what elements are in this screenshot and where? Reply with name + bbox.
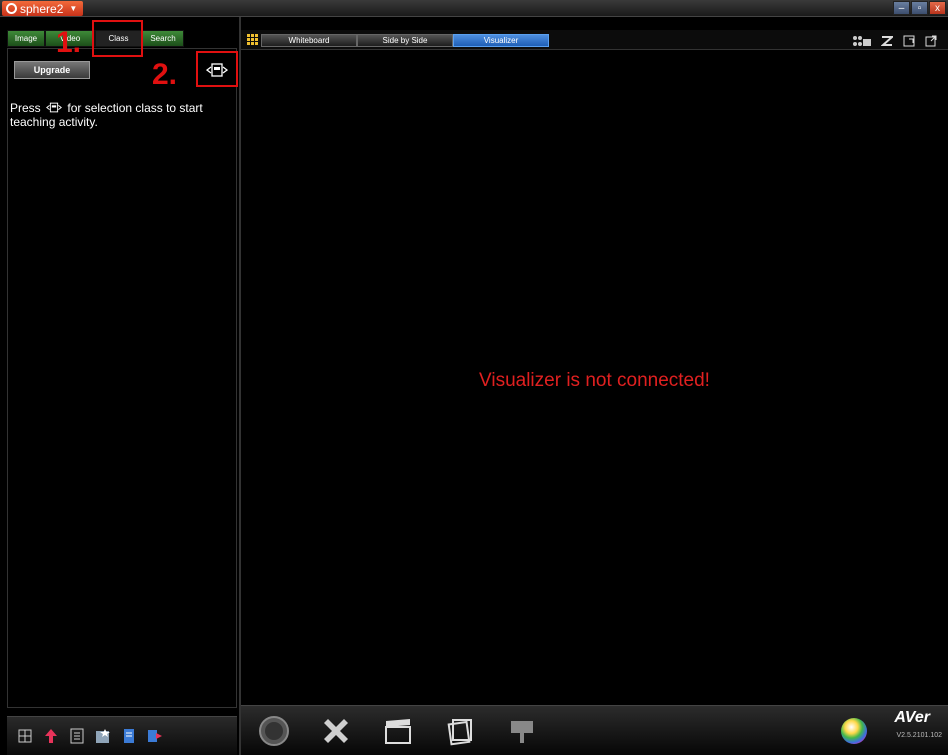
color-picker-button[interactable] (837, 714, 871, 748)
favorites-button[interactable] (95, 728, 111, 744)
fullscreen-button[interactable] (924, 34, 938, 47)
brand-logo: AVer (894, 709, 930, 726)
annotation-step-2: 2. (152, 58, 178, 91)
color-wheel-icon (841, 718, 867, 744)
layout-grid-button[interactable] (17, 728, 33, 744)
book-button[interactable] (121, 728, 137, 744)
annotation-step-1: 1. (56, 26, 82, 59)
chevron-down-icon: ▼ (69, 4, 78, 13)
grid-icon (18, 729, 32, 743)
z-icon (881, 35, 893, 46)
list-button[interactable] (69, 728, 85, 744)
top-right-tools (852, 34, 938, 47)
capture-icon (903, 35, 915, 46)
upload-button[interactable] (43, 728, 59, 744)
bottom-toolbar: AVer V2.5.2101.102 (241, 705, 948, 755)
mode-tabs: Whiteboard Side by Side Visualizer (261, 34, 549, 47)
annotation-box-select-button (196, 51, 238, 87)
external-window-icon (925, 35, 937, 46)
capture-button[interactable] (257, 714, 291, 748)
arrow-up-icon (45, 729, 57, 743)
app-menu-button[interactable]: sphere2 ▼ (2, 1, 84, 16)
tab-side-by-side[interactable]: Side by Side (357, 34, 453, 47)
thumbnail-grid-icon[interactable] (247, 34, 258, 45)
connection-status-message: Visualizer is not connected! (479, 370, 710, 391)
presentation-button[interactable] (505, 714, 539, 748)
upgrade-button[interactable]: Upgrade (14, 61, 90, 79)
version-label: V2.5.2101.102 (896, 732, 942, 739)
camera-settings-button[interactable] (852, 34, 872, 47)
tab-whiteboard[interactable]: Whiteboard (261, 34, 357, 47)
class-select-icon (46, 102, 63, 113)
zoom-button[interactable] (880, 34, 894, 47)
tools-button[interactable] (319, 714, 353, 748)
export-button[interactable] (147, 728, 163, 744)
annotation-box-class-tab (92, 20, 143, 57)
camera-settings-icon (853, 35, 871, 46)
video-record-button[interactable] (381, 714, 415, 748)
puzzle-star-icon (96, 729, 110, 743)
close-button[interactable]: x (929, 1, 946, 15)
clapperboard-icon (385, 719, 411, 744)
pages-button[interactable] (443, 714, 477, 748)
mode-bar: Whiteboard Side by Side Visualizer (241, 30, 948, 50)
tools-cross-icon (324, 719, 348, 743)
left-toolbar (7, 716, 237, 755)
export-icon (148, 730, 162, 742)
class-pane: Upgrade Press for selection class to sta… (7, 48, 237, 708)
sphere-logo-icon (6, 3, 17, 14)
visualizer-stage: Visualizer is not connected! (241, 51, 948, 705)
tab-search[interactable]: Search (142, 30, 184, 47)
pages-icon (447, 719, 472, 746)
left-panel: Image Video Class Search Upgrade Press f… (7, 30, 237, 755)
title-bar: sphere2 ▼ – ▫ x (0, 0, 948, 17)
tab-visualizer[interactable]: Visualizer (453, 34, 549, 47)
list-icon (70, 728, 84, 744)
record-circle-icon (259, 716, 289, 746)
window-controls: – ▫ x (893, 1, 946, 15)
minimize-button[interactable]: – (893, 1, 910, 15)
book-icon (124, 729, 134, 743)
app-name: sphere2 (20, 1, 64, 16)
tab-image[interactable]: Image (7, 30, 45, 47)
easel-icon (511, 721, 533, 743)
snapshot-button[interactable] (902, 34, 916, 47)
restore-button[interactable]: ▫ (911, 1, 928, 15)
help-text-prefix: Press (10, 101, 41, 115)
help-text: Press for selection class to start teach… (10, 101, 230, 129)
